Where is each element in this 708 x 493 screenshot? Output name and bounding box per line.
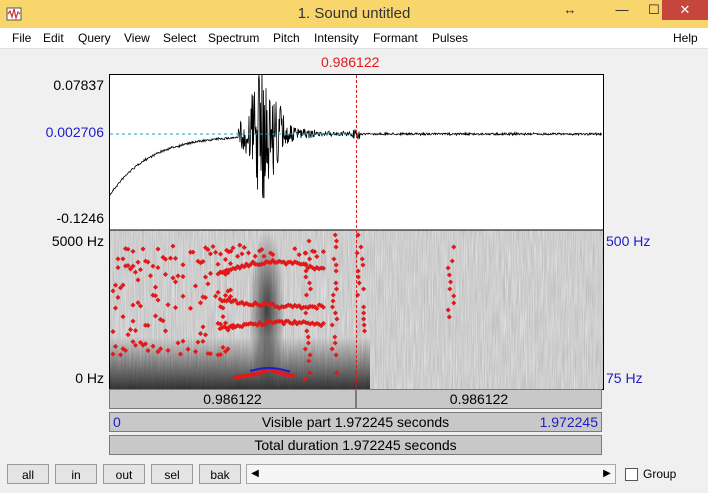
menu-intensity[interactable]: Intensity <box>314 31 359 45</box>
bottom-controls: all in out sel bak ◀ ▶ Group <box>0 459 708 493</box>
sound-panel[interactable] <box>109 74 604 390</box>
time-segment-right[interactable]: 0.986122 <box>356 389 602 409</box>
close-button[interactable]: ✕ <box>662 0 708 20</box>
waveform-min-label: -0.1246 <box>56 210 104 226</box>
menu-view[interactable]: View <box>124 31 150 45</box>
visible-part-label: Visible part 1.972245 seconds <box>261 414 450 430</box>
visible-part-bar[interactable]: 0 Visible part 1.972245 seconds 1.972245 <box>109 412 602 432</box>
menu-edit[interactable]: Edit <box>43 31 64 45</box>
waveform-cursor-value-label: 0.002706 <box>45 124 104 140</box>
zoom-out-button[interactable]: out <box>103 464 145 484</box>
total-duration-bar[interactable]: Total duration 1.972245 seconds <box>109 435 602 455</box>
zoom-back-button[interactable]: bak <box>199 464 241 484</box>
visible-start-label: 0 <box>113 414 121 430</box>
sound-plot[interactable] <box>110 75 603 389</box>
menu-pitch[interactable]: Pitch <box>273 31 300 45</box>
zoom-in-button[interactable]: in <box>55 464 97 484</box>
group-label: Group <box>643 467 677 481</box>
menu-select[interactable]: Select <box>163 31 196 45</box>
resize-icon[interactable]: ↔ <box>550 0 590 20</box>
spectrogram-freq-bottom-label: 0 Hz <box>75 370 104 386</box>
group-checkbox[interactable] <box>625 468 638 481</box>
menu-query[interactable]: Query <box>78 31 111 45</box>
zoom-all-button[interactable]: all <box>7 464 49 484</box>
zoom-selection-button[interactable]: sel <box>151 464 193 484</box>
waveform-max-label: 0.07837 <box>53 77 104 93</box>
scroll-right-icon[interactable]: ▶ <box>600 465 614 483</box>
pitch-top-label: 500 Hz <box>606 233 651 249</box>
title-bar: 1. Sound untitled ↔ — ☐ ✕ <box>0 0 708 28</box>
menu-bar: File Edit Query View Select Spectrum Pit… <box>0 28 708 49</box>
menu-pulses[interactable]: Pulses <box>432 31 468 45</box>
spectrogram-low-band <box>110 337 370 389</box>
pitch-bottom-label: 75 Hz <box>606 370 643 386</box>
time-scrollbar[interactable]: ◀ ▶ <box>246 464 616 484</box>
menu-spectrum[interactable]: Spectrum <box>208 31 259 45</box>
menu-formant[interactable]: Formant <box>373 31 418 45</box>
spectrogram-freq-top-label: 5000 Hz <box>51 233 104 249</box>
time-segment-left[interactable]: 0.986122 <box>109 389 356 409</box>
menu-help[interactable]: Help <box>673 31 698 45</box>
menu-file[interactable]: File <box>12 31 31 45</box>
visible-end-label: 1.972245 <box>539 414 598 430</box>
cursor-time-label: 0.986122 <box>321 54 380 70</box>
scroll-left-icon[interactable]: ◀ <box>248 465 262 483</box>
